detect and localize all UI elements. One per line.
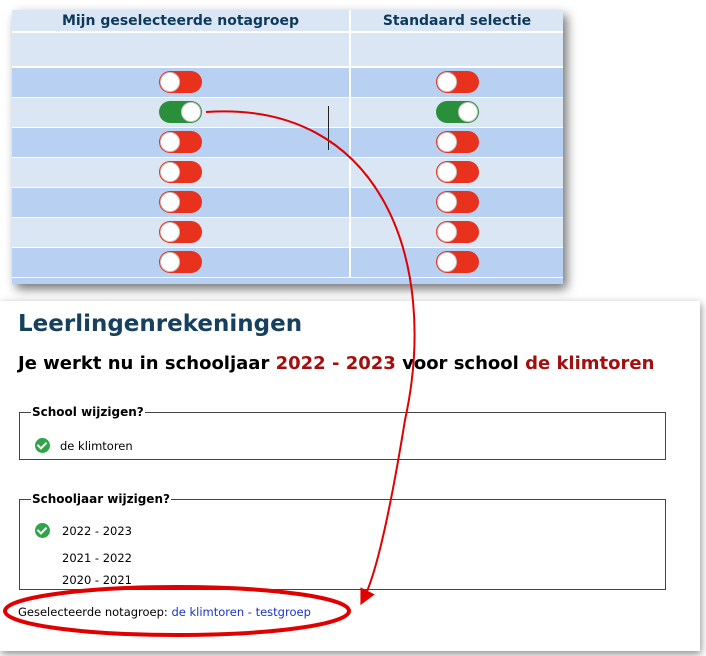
change-school-fieldset: School wijzigen? de klimtoren [19,405,666,460]
table-row-empty [12,32,563,68]
year-option-2020-2021[interactable]: 2020 - 2021 [62,573,132,587]
standard-selection-toggle-cell [350,217,563,248]
standard-selection-toggle-cell [350,247,563,278]
table-row [12,127,563,158]
my-group-toggle[interactable] [159,131,202,153]
toggle-knob [160,132,180,152]
my-group-toggle-cell [12,247,351,278]
my-group-toggle-cell [12,157,351,188]
student-accounts-panel: Leerlingenrekeningen Je werkt nu in scho… [0,301,700,651]
table-row [12,67,563,98]
my-group-toggle-cell [12,97,351,128]
toggle-knob [160,72,180,93]
standard-selection-toggle-cell [350,67,563,98]
toggle-knob [436,252,457,272]
standard-selection-toggle[interactable] [435,101,479,123]
current-school-year: 2022 - 2023 [275,353,396,374]
my-group-toggle-cell [12,187,351,218]
toggle-knob [436,192,457,212]
header-my-group: Mijn geselecteerde notagroep [12,10,351,33]
standard-selection-toggle[interactable] [435,251,479,273]
school-option-klimtoren[interactable]: de klimtoren [60,439,133,453]
toggle-knob [160,222,180,242]
my-group-toggle[interactable] [159,191,202,213]
my-group-toggle[interactable] [159,71,202,94]
my-group-toggle-cell [12,217,351,248]
selected-notagroup-link[interactable]: de klimtoren - testgroep [171,605,310,619]
table-row [12,157,563,188]
notagroup-selection-panel: Mijn geselecteerde notagroep Standaard s… [12,10,563,284]
my-group-toggle[interactable] [159,101,202,123]
change-school-legend: School wijzigen? [32,405,144,419]
toggle-knob [436,222,457,242]
toggle-knob [160,252,180,272]
standard-selection-toggle[interactable] [435,161,479,183]
text-cursor [328,106,329,150]
standard-selection-toggle[interactable] [435,191,479,213]
year-option-2022-2023[interactable]: 2022 - 2023 [62,524,132,538]
page-title: Leerlingenrekeningen [18,311,303,337]
selected-notagroup: Geselecteerde notagroep: de klimtoren - … [18,605,311,619]
standard-selection-toggle-cell [350,97,563,128]
table-row [12,187,563,218]
check-circle-icon [35,438,50,453]
standard-selection-toggle[interactable] [435,71,479,94]
table-row [12,217,563,248]
current-school: de klimtoren [525,353,655,374]
standard-selection-toggle[interactable] [435,221,479,243]
standard-selection-toggle-cell [350,187,563,218]
my-group-toggle-cell [12,67,351,98]
year-option-2021-2022[interactable]: 2021 - 2022 [62,551,132,565]
table-row [12,97,563,128]
my-group-toggle[interactable] [159,251,202,273]
toggle-knob [160,192,180,212]
header-standard-selection: Standaard selectie [350,10,563,33]
my-group-toggle[interactable] [159,161,202,183]
selected-notagroup-label: Geselecteerde notagroep: [18,605,168,619]
check-circle-icon [35,523,50,538]
subtitle-prefix: Je werkt nu in schooljaar [18,353,270,374]
my-group-toggle-cell [12,127,351,158]
toggle-knob [457,102,478,122]
toggle-knob [436,72,457,93]
context-subtitle: Je werkt nu in schooljaar 2022 - 2023 vo… [18,353,654,374]
subtitle-middle: voor school [402,353,519,374]
standard-selection-toggle-cell [350,127,563,158]
toggle-knob [436,162,457,182]
change-school-year-legend: Schooljaar wijzigen? [32,492,170,506]
toggle-knob [160,162,180,182]
toggle-knob [436,132,457,152]
toggle-knob [181,102,201,122]
standard-selection-toggle[interactable] [435,131,479,153]
standard-selection-toggle-cell [350,157,563,188]
my-group-toggle[interactable] [159,221,202,243]
notagroup-toggle-table: Mijn geselecteerde notagroep Standaard s… [12,10,563,278]
table-row [12,247,563,278]
change-school-year-fieldset: Schooljaar wijzigen? 2022 - 2023 2021 - … [19,492,666,590]
